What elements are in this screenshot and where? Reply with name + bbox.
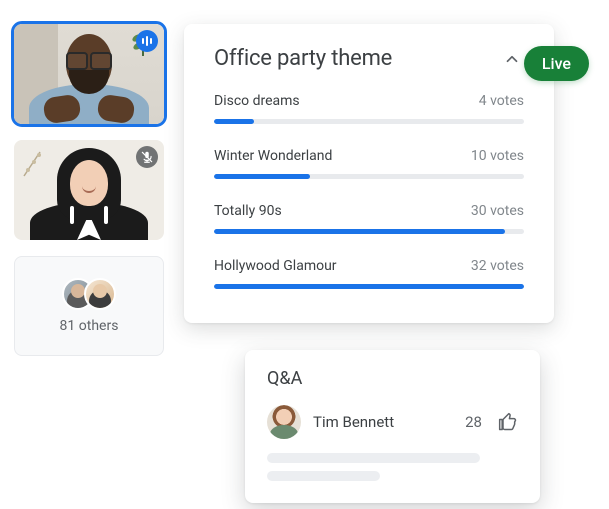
poll-card: Office party theme Disco dreams 4 votes Wi… xyxy=(184,24,554,323)
poll-option[interactable]: Hollywood Glamour 32 votes xyxy=(214,258,524,289)
poll-option-row: Hollywood Glamour 32 votes xyxy=(214,258,524,274)
qa-entry[interactable]: Tim Bennett 28 xyxy=(267,405,518,439)
speaking-icon xyxy=(136,30,158,52)
earphone-icon xyxy=(104,206,108,224)
qa-text-placeholder xyxy=(267,453,480,463)
upvote-button[interactable] xyxy=(498,412,518,432)
poll-option-label: Hollywood Glamour xyxy=(214,258,337,274)
poll-header: Office party theme xyxy=(214,46,524,71)
glasses-icon xyxy=(64,52,114,66)
earphone-icon xyxy=(70,206,74,224)
poll-progress-track xyxy=(214,119,524,124)
others-tile[interactable]: 81 others xyxy=(14,256,164,356)
poll-option-label: Disco dreams xyxy=(214,93,300,109)
poll-option-label: Winter Wonderland xyxy=(214,148,332,164)
participant-column: 81 others xyxy=(14,24,164,372)
chevron-up-icon xyxy=(503,50,521,68)
poll-progress-track xyxy=(214,284,524,289)
qa-card: Q&A Tim Bennett 28 xyxy=(245,350,540,503)
poll-option[interactable]: Disco dreams 4 votes xyxy=(214,93,524,124)
poll-option-votes: 32 votes xyxy=(471,258,524,274)
poll-option[interactable]: Totally 90s 30 votes xyxy=(214,203,524,234)
participant-face xyxy=(70,160,108,206)
thumbs-up-icon xyxy=(498,412,518,432)
avatar xyxy=(267,405,301,439)
poll-option-row: Winter Wonderland 10 votes xyxy=(214,148,524,164)
participant-tile-active[interactable] xyxy=(14,24,164,124)
poll-option-votes: 4 votes xyxy=(479,93,524,109)
poll-title: Office party theme xyxy=(214,46,392,71)
poll-option-votes: 30 votes xyxy=(471,203,524,219)
poll-option-row: Totally 90s 30 votes xyxy=(214,203,524,219)
plant-decoration-icon xyxy=(20,146,54,180)
poll-progress-fill xyxy=(214,119,254,124)
qa-upvote-count: 28 xyxy=(465,413,482,431)
poll-progress-fill xyxy=(214,229,505,234)
poll-option-label: Totally 90s xyxy=(214,203,282,219)
poll-progress-track xyxy=(214,174,524,179)
qa-author-name: Tim Bennett xyxy=(313,413,453,431)
others-count-label: 81 others xyxy=(60,318,119,334)
poll-options-list: Disco dreams 4 votes Winter Wonderland 10 v… xyxy=(214,93,524,289)
poll-option-row: Disco dreams 4 votes xyxy=(214,93,524,109)
collapse-poll-button[interactable] xyxy=(500,47,524,71)
poll-option-votes: 10 votes xyxy=(471,148,524,164)
mic-off-icon xyxy=(136,146,158,168)
qa-text-placeholder xyxy=(267,471,380,481)
poll-option[interactable]: Winter Wonderland 10 votes xyxy=(214,148,524,179)
avatar xyxy=(84,278,116,310)
avatar-stack xyxy=(62,278,116,310)
poll-progress-fill xyxy=(214,174,310,179)
poll-progress-fill xyxy=(214,284,524,289)
poll-progress-track xyxy=(214,229,524,234)
qa-title: Q&A xyxy=(267,368,518,389)
participant-tile[interactable] xyxy=(14,140,164,240)
live-badge: Live xyxy=(524,46,589,81)
